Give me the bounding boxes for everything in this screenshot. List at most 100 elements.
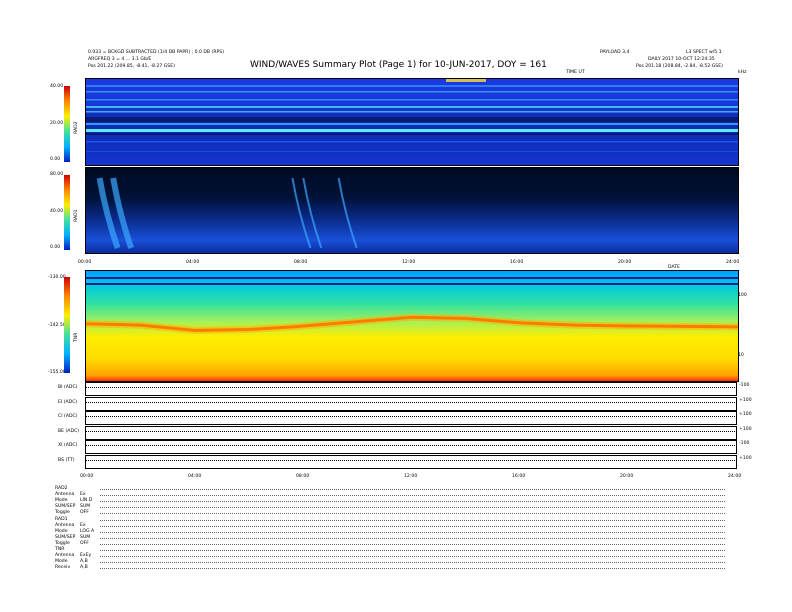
- track-frame: [85, 425, 737, 440]
- time-tick: 04:00: [186, 260, 200, 265]
- hk-dots: [100, 507, 725, 509]
- hk-dots: [100, 525, 725, 527]
- hk-dots: [100, 501, 725, 503]
- header-left-line1: 0.033 = BCKGD SUBTRACTED (1/4 DB PAPR) ;…: [88, 50, 224, 55]
- hk-label: Antenna: [55, 522, 75, 528]
- rad1-spectrogram: [85, 167, 739, 254]
- freq-label: kHz: [738, 70, 747, 75]
- track-scale: +100: [739, 412, 752, 417]
- time-tick: 24:00: [726, 260, 740, 265]
- time-label: TIME UT: [566, 70, 585, 75]
- time-tick: 08:00: [294, 260, 308, 265]
- track-label: BI (ADC): [58, 385, 78, 390]
- hk-label: RAD1: [55, 516, 68, 522]
- hk-dots: [100, 556, 725, 558]
- rad1-label: RAD1: [74, 209, 79, 222]
- track-scale: +100: [739, 426, 752, 432]
- hk-value: Ex: [80, 522, 86, 528]
- track-frame: [85, 411, 737, 425]
- track-label: EI (ADC): [58, 399, 78, 405]
- track-label: BE (ADC): [58, 428, 79, 434]
- hk-label: Toggle: [55, 540, 70, 546]
- rad2-label: RAD2: [74, 121, 79, 134]
- time-tick: 16:00: [510, 260, 524, 265]
- time-tick: 12:00: [402, 260, 416, 265]
- track-scale: +100: [739, 397, 752, 403]
- hk-value: SUM: [80, 534, 91, 540]
- hk-dots: [100, 537, 725, 539]
- hk-label: Toggle: [55, 510, 70, 516]
- header-right-line2: DAILY 2017 10-OCT 12:24:35: [648, 57, 715, 62]
- rad2-spectrogram: [85, 78, 739, 166]
- hk-label: Receiv: [55, 565, 71, 571]
- tnr-colorbar: [64, 277, 70, 373]
- hk-value: A,B: [80, 565, 88, 571]
- hk-value: LOG A: [80, 528, 95, 534]
- track-scale: -100: [739, 383, 750, 388]
- track-label: CI (ADC): [58, 414, 78, 419]
- tnr-spectrogram: [85, 270, 739, 382]
- track-frame: [85, 440, 737, 454]
- hk-value: OFF: [80, 540, 89, 546]
- header-right-line3: Pos 201.18 (208.84, -2.84, -8.52 GSE): [636, 64, 723, 69]
- hk-dots: [100, 562, 725, 564]
- time-tick: 12:00: [404, 474, 418, 479]
- time-tick: 04:00: [188, 474, 202, 479]
- track-frame: [85, 396, 737, 411]
- rad1-tick-mid: 40.00: [50, 209, 64, 214]
- time-tick: 20:00: [618, 260, 632, 265]
- hk-label: SUM/SEP: [55, 534, 76, 540]
- track-frame: [85, 454, 737, 469]
- hk-dots: [100, 550, 725, 551]
- time-tick: 08:00: [296, 474, 310, 479]
- hk-dots: [100, 519, 725, 521]
- time-tick: 00:00: [78, 260, 92, 265]
- hk-label: TNR: [55, 547, 65, 552]
- time-tick: 16:00: [512, 474, 526, 479]
- hk-label: Mode: [55, 528, 68, 534]
- rad2-tick-top: 40.00: [50, 84, 64, 89]
- hk-label: Antenna: [55, 492, 75, 498]
- rad1-tick-top: 80.00: [50, 172, 64, 177]
- rad2-tick-mid: 20.00: [50, 121, 64, 126]
- time-tick: 20:00: [620, 474, 634, 479]
- rad2-tick-bottom: 0.00: [50, 157, 61, 162]
- rad2-image: [86, 79, 738, 165]
- track-scale: +100: [739, 455, 752, 461]
- header-payload: PAYLOAD 3,4: [600, 50, 630, 55]
- rad1-tick-bottom: 0.00: [50, 245, 61, 250]
- hk-value: ExEy: [80, 553, 92, 559]
- header-left-line3: Pos 201.22 (209.85, -8.41, -8.27 GSE): [88, 64, 175, 69]
- hk-dots: [100, 489, 725, 490]
- header-left-line2: ARGFREQ 3 = 4 ... 3.1 Gb/E: [88, 57, 152, 62]
- hk-dots: [100, 543, 725, 545]
- time-tick: 24:00: [728, 474, 742, 479]
- hk-label: Mode: [55, 498, 68, 504]
- hk-dots: [100, 513, 725, 515]
- hk-dots: [100, 531, 725, 533]
- tnr-image: [86, 271, 738, 381]
- hk-label: RAD2: [55, 486, 68, 491]
- tnr-right-tick-100: 100: [738, 293, 747, 298]
- hk-value: LIN D: [80, 498, 93, 504]
- track-frame: [85, 382, 737, 396]
- hk-label: Mode: [55, 559, 68, 565]
- track-scale: -100: [739, 441, 750, 446]
- hk-value: OFF: [80, 510, 89, 516]
- track-label: XI (ADC): [58, 443, 78, 448]
- hk-dots: [100, 495, 725, 497]
- hk-value: SUM: [80, 504, 91, 510]
- tnr-right-tick-10: 10: [738, 353, 744, 358]
- header-right-line1: L3 SPECT w/5.1: [686, 50, 722, 55]
- hk-value: A,B: [80, 559, 88, 565]
- hk-label: Antenna: [55, 553, 75, 559]
- hk-label: SUM/SEP: [55, 504, 76, 510]
- rad2-colorbar: [64, 86, 70, 162]
- time-tick: 00:00: [80, 474, 94, 479]
- page-title: WIND/WAVES Summary Plot (Page 1) for 10-…: [250, 60, 547, 70]
- rad1-image: [86, 168, 738, 253]
- track-label: BS (TT): [58, 457, 75, 463]
- hk-dots: [100, 568, 725, 570]
- tnr-label: TNR: [74, 332, 79, 342]
- hk-value: Ex: [80, 492, 86, 498]
